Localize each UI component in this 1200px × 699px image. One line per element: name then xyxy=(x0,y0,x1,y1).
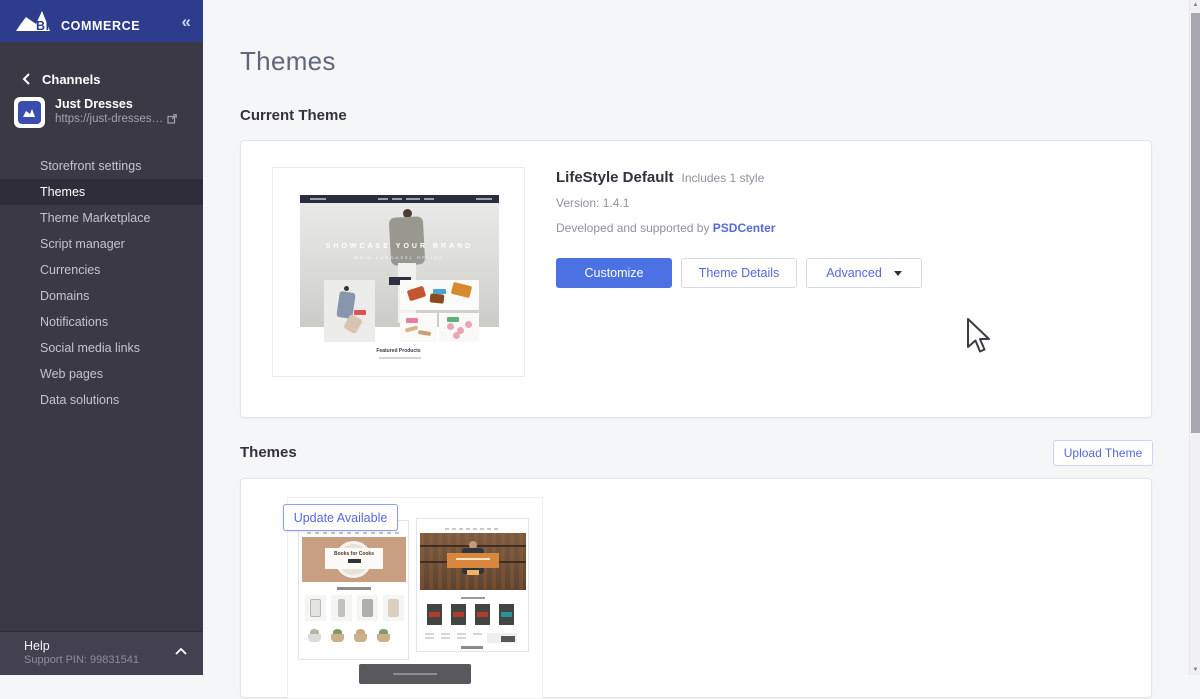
sidebar-item-currencies[interactable]: Currencies xyxy=(0,257,203,283)
books-preview-hero: Books for Cooks xyxy=(302,537,406,582)
advanced-label: Advanced xyxy=(826,266,882,280)
page-title: Themes xyxy=(240,46,336,77)
lifestyle-preview-navbar xyxy=(300,195,499,203)
books-preview-nav xyxy=(307,532,401,534)
brand-text: BIGCOMMERCE xyxy=(36,19,140,33)
sidebar-item-themes[interactable]: Themes xyxy=(0,179,203,205)
theme-preview-coffee[interactable] xyxy=(416,518,529,652)
external-link-icon xyxy=(167,114,177,124)
theme-developer: Developed and supported by PSDCenter xyxy=(556,221,775,235)
sidebar-nav: Storefront settings Themes Theme Marketp… xyxy=(0,153,203,413)
sidebar: BIGCOMMERCE « Channels Just Dresses http… xyxy=(0,0,203,675)
hero-title: SHOWCASE YOUR BRAND xyxy=(300,243,499,250)
scrollbar-down-arrow[interactable]: ▼ xyxy=(1190,667,1200,673)
coffee-section-line xyxy=(461,597,485,599)
theme-details-button[interactable]: Theme Details xyxy=(681,258,797,288)
current-theme-preview[interactable]: SHOWCASE YOUR BRAND MAIN CAROUSEL OPTION xyxy=(272,167,525,377)
update-available-button[interactable]: Update Available xyxy=(283,504,398,531)
category-tile-bags xyxy=(400,280,479,310)
books-section-line xyxy=(337,587,371,590)
theme-tile-action-button[interactable] xyxy=(359,664,471,684)
chevron-up-icon[interactable] xyxy=(175,648,187,655)
sidebar-item-data-solutions[interactable]: Data solutions xyxy=(0,387,203,413)
sidebar-collapse-icon[interactable]: « xyxy=(182,13,191,30)
theme-actions: Customize Theme Details Advanced xyxy=(556,258,922,288)
coffee-preview-nav xyxy=(445,528,501,530)
help-label: Help xyxy=(24,639,187,653)
help-panel[interactable]: Help Support PIN: 99831541 xyxy=(0,631,203,675)
back-to-channels[interactable]: Channels xyxy=(0,66,203,92)
coffee-preview-hero xyxy=(420,533,526,590)
sidebar-item-storefront-settings[interactable]: Storefront settings xyxy=(0,153,203,179)
category-tile-shoes xyxy=(400,313,437,342)
theme-styles-note: Includes 1 style xyxy=(682,171,765,185)
themes-section-heading: Themes xyxy=(240,444,297,461)
scrollbar-thumb[interactable] xyxy=(1191,13,1200,433)
developer-link[interactable]: PSDCenter xyxy=(713,221,776,235)
upload-theme-button[interactable]: Upload Theme xyxy=(1053,440,1153,466)
scrollbar-up-arrow[interactable]: ▲ xyxy=(1190,2,1200,8)
coffee-footer-logo xyxy=(461,646,483,649)
main-content: Themes Current Theme SHOWCASE YOUR BRAND… xyxy=(203,0,1200,675)
back-chevron-icon xyxy=(22,73,30,85)
customize-button[interactable]: Customize xyxy=(556,258,672,288)
current-theme-card: SHOWCASE YOUR BRAND MAIN CAROUSEL OPTION xyxy=(240,140,1152,418)
support-pin: Support PIN: 99831541 xyxy=(24,654,187,666)
books-mini-button xyxy=(348,559,361,563)
store-sail-icon xyxy=(23,108,36,118)
store-avatar xyxy=(14,97,45,128)
advanced-dropdown-button[interactable]: Advanced xyxy=(806,258,922,288)
store-name: Just Dresses xyxy=(55,97,177,112)
theme-version: Version: 1.4.1 xyxy=(556,196,775,210)
store-row[interactable]: Just Dresses https://just-dresses… xyxy=(14,97,194,128)
theme-name: LifeStyle Default xyxy=(556,169,674,186)
coffee-hero-banner xyxy=(447,553,499,568)
sidebar-item-notifications[interactable]: Notifications xyxy=(0,309,203,335)
books-products-row xyxy=(305,595,404,621)
bigcommerce-logo: BIGCOMMERCE xyxy=(14,9,182,33)
current-theme-info: LifeStyle Default Includes 1 style Versi… xyxy=(556,169,775,235)
sidebar-item-web-pages[interactable]: Web pages xyxy=(0,361,203,387)
channels-label: Channels xyxy=(42,72,101,87)
current-theme-heading: Current Theme xyxy=(240,107,347,124)
featured-products-subline xyxy=(379,357,421,359)
category-tile-dresses xyxy=(324,280,375,342)
category-tile-beauty xyxy=(439,313,479,342)
hero-subtitle: MAIN CAROUSEL OPTION xyxy=(300,255,499,260)
sidebar-item-social-media-links[interactable]: Social media links xyxy=(0,335,203,361)
store-url[interactable]: https://just-dresses… xyxy=(55,112,177,126)
themes-list-card: Update Available Books for Cooks xyxy=(240,478,1152,698)
sidebar-item-script-manager[interactable]: Script manager xyxy=(0,231,203,257)
theme-preview-books[interactable]: Books for Cooks xyxy=(298,520,409,660)
coffee-products-row xyxy=(427,604,519,625)
lifestyle-preview: SHOWCASE YOUR BRAND MAIN CAROUSEL OPTION xyxy=(273,168,524,376)
featured-products-label: Featured Products xyxy=(273,348,524,354)
books-pots-row xyxy=(307,629,402,642)
page-scrollbar[interactable]: ▲ ▼ xyxy=(1189,0,1200,675)
sidebar-item-theme-marketplace[interactable]: Theme Marketplace xyxy=(0,205,203,231)
sidebar-item-domains[interactable]: Domains xyxy=(0,283,203,309)
books-hero-title: Books for Cooks xyxy=(325,551,383,557)
sidebar-topbar: BIGCOMMERCE « xyxy=(0,0,203,42)
caret-down-icon xyxy=(894,271,902,276)
